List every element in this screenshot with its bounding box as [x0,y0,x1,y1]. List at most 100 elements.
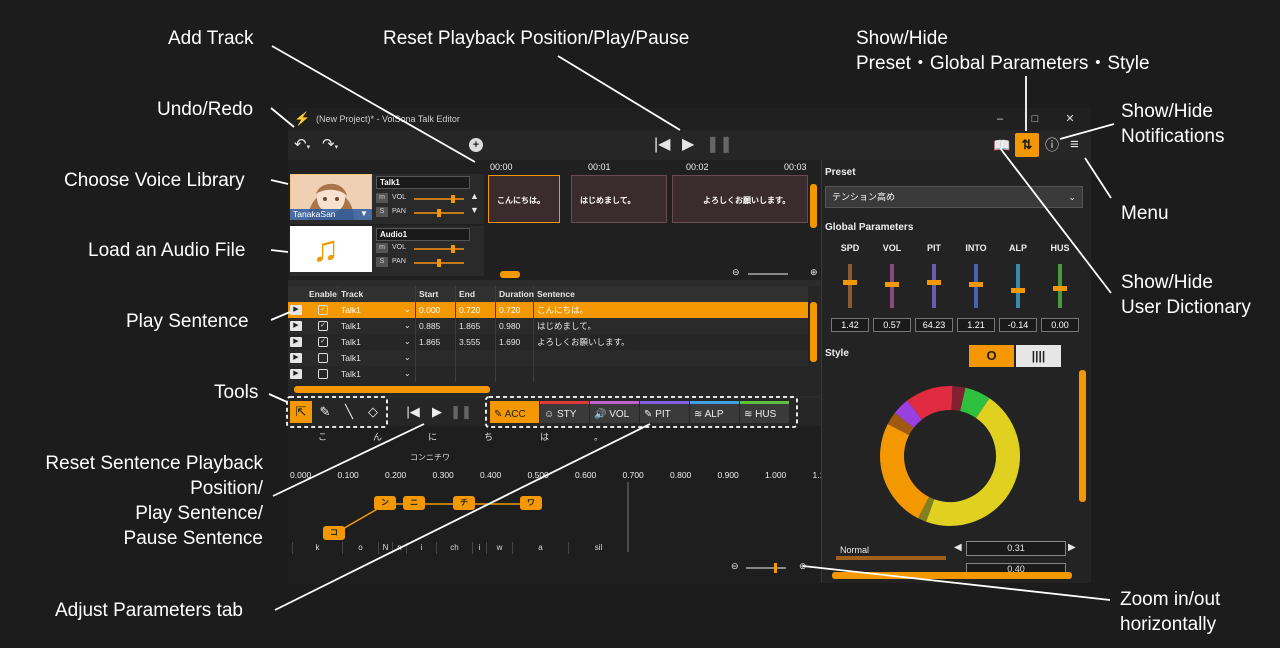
play-sentence-button[interactable]: ▶ [290,305,302,315]
param-slider[interactable] [1053,264,1067,308]
enable-checkbox[interactable] [318,353,328,363]
line-tool-icon[interactable]: ╲ [338,401,360,423]
user-dictionary-button[interactable]: 📖 [993,130,1010,160]
param-value-field[interactable]: 64.23 [915,318,953,332]
editor-zoom-out-icon[interactable]: ⊖ [731,561,739,572]
accent-box[interactable]: コ [323,526,345,540]
track-scrollbar[interactable] [810,184,817,228]
start-cell[interactable]: 0.885 [416,318,456,334]
accent-box[interactable]: ン [374,496,396,510]
tab-hus[interactable]: ≋ HUS [740,401,789,423]
tab-sty[interactable]: ☺ STY [540,401,589,423]
donut-segment[interactable] [959,387,990,419]
track-name-talk1[interactable]: Talk1 [376,176,470,189]
redo-button[interactable]: ↷▾ [322,130,338,163]
param-slider-knob[interactable] [1053,286,1067,291]
param-slider-knob[interactable] [927,280,941,285]
start-cell[interactable]: 1.865 [416,334,456,350]
end-cell[interactable] [456,350,496,366]
enable-checkbox[interactable]: ✓ [318,321,328,331]
decrement-icon[interactable]: ◀ [954,542,962,553]
donut-segment[interactable] [880,424,930,519]
param-slider-knob[interactable] [1011,288,1025,293]
phoneme-cell[interactable]: w [486,542,512,554]
phoneme-cell[interactable]: a [512,542,568,554]
style-donut-tab[interactable]: O [969,345,1014,367]
accent-box[interactable]: ニ [403,496,425,510]
play-sentence-button[interactable]: ▶ [290,321,302,331]
param-slider-knob[interactable] [969,282,983,287]
phoneme-cell[interactable]: k [292,542,342,554]
vol-slider-knob[interactable] [451,195,455,203]
add-track-button[interactable]: + [469,138,483,152]
duration-cell[interactable]: 0.720 [496,302,534,318]
end-cell[interactable] [456,366,496,382]
undo-button[interactable]: ↶▾ [294,130,310,163]
phoneme-cell[interactable]: i [406,542,436,554]
duration-cell[interactable]: 1.690 [496,334,534,350]
zoom-out-icon[interactable]: ⊖ [732,267,740,278]
duration-cell[interactable] [496,366,534,382]
timeline[interactable]: 00:00 00:01 00:02 00:03 こんにちは。 はじめまして。 よ… [488,160,818,280]
pan-slider-knob[interactable] [437,259,441,267]
end-cell[interactable]: 0.720 [456,302,496,318]
param-slider-knob[interactable] [843,280,857,285]
sentence-cell[interactable]: はじめまして。 [534,318,808,334]
voice-library-name[interactable]: TanakaSan [293,209,336,219]
style-bar-tab[interactable]: |||| [1016,345,1061,367]
style-scrollbar[interactable] [1079,370,1086,502]
pan-slider[interactable] [414,209,464,217]
start-cell[interactable] [416,350,456,366]
duration-cell[interactable] [496,350,534,366]
editor-zoom-slider[interactable] [746,563,786,573]
close-button[interactable]: ✕ [1053,108,1087,130]
param-slider[interactable] [1011,264,1025,308]
tab-pit[interactable]: ✎ PIT [640,401,689,423]
reset-sentence-button[interactable]: |◀ [402,401,424,423]
play-sentence-button[interactable]: ▶ [290,337,302,347]
mute-button[interactable]: m [376,243,388,253]
pen-tool-icon[interactable]: ✎ [314,401,336,423]
donut-segment[interactable] [887,412,914,436]
enable-checkbox[interactable] [318,369,328,379]
phoneme-cell[interactable]: n [392,542,406,554]
clip-sentence-2[interactable]: はじめまして。 [571,175,667,223]
param-slider-knob[interactable] [885,282,899,287]
donut-segment[interactable] [926,398,1020,526]
clip-sentence-3[interactable]: よろしくお願いします。 [672,175,808,223]
enable-checkbox[interactable]: ✓ [318,305,328,315]
parameter-editor[interactable]: こんにちは。 コンニチワ 0.000 0.100 0.200 0.300 0.400 0.… [288,426,824,583]
param-value-field[interactable]: 0.00 [1041,318,1079,332]
move-up-icon[interactable]: ▲ [470,191,479,201]
param-value-field[interactable]: 0.57 [873,318,911,332]
table-row[interactable]: ▶ ✓ Talk1 ⌄ 0.000 0.720 0.720 こんにちは。 [288,302,808,318]
toggle-right-panel-button[interactable]: ⇅ [1015,133,1039,157]
pan-slider-knob[interactable] [437,209,441,217]
play-button[interactable]: ▶ [682,130,694,160]
duration-cell[interactable]: 0.980 [496,318,534,334]
phoneme-cell[interactable]: o [342,542,378,554]
reset-playback-button[interactable]: |◀ [654,130,670,160]
increment-icon[interactable]: ▶ [1068,542,1076,553]
phoneme-cell[interactable]: N [378,542,392,554]
start-cell[interactable] [416,366,456,382]
sentence-cell[interactable]: よろしくお願いします。 [534,334,808,350]
solo-button[interactable]: S [376,257,388,267]
preset-dropdown[interactable]: テンション高め ⌄ [825,186,1083,208]
accent-box[interactable]: ワ [520,496,542,510]
phoneme-cell[interactable]: sil [568,542,628,554]
solo-button[interactable]: S [376,207,388,217]
chevron-down-icon[interactable]: ▼ [360,209,368,218]
param-slider[interactable] [927,264,941,308]
sentence-cell[interactable]: こんにちは。 [534,302,808,318]
table-scrollbar-v[interactable] [810,302,817,362]
tab-vol[interactable]: 🔊 VOL [590,401,639,423]
param-value-field[interactable]: 1.42 [831,318,869,332]
style-value-field[interactable]: 0.31 [966,541,1066,556]
mute-button[interactable]: m [376,193,388,203]
param-value-field[interactable]: 1.21 [957,318,995,332]
play-sentence-button[interactable]: ▶ [426,401,448,423]
table-row[interactable]: ▶ Talk1 ⌄ [288,366,808,382]
select-tool-icon[interactable]: ⇱ [290,401,312,423]
param-slider[interactable] [969,264,983,308]
